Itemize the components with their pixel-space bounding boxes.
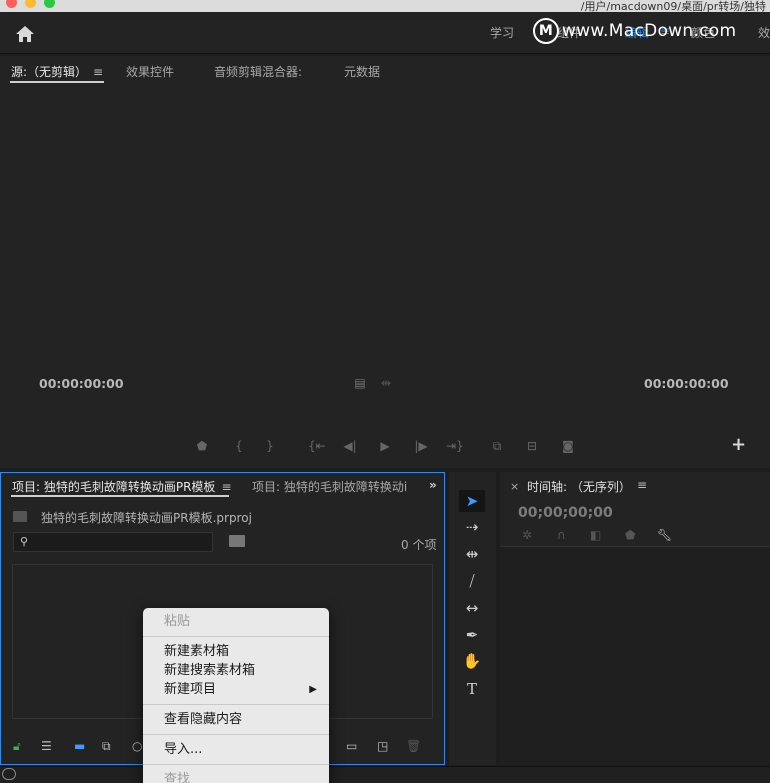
drop-down-icon[interactable]: ▤ (352, 376, 368, 390)
menu-item-new-search-bin[interactable]: 新建搜索素材箱 (143, 661, 329, 680)
item-count: 0 个项 (401, 538, 437, 552)
tab-project-active[interactable]: 项目: 独特的毛刺故障转换动画PR模板 ≡ (12, 478, 232, 495)
search-field[interactable]: ⚲ (13, 532, 213, 552)
track-select-tool-icon[interactable]: ⇢ (459, 516, 485, 538)
macdown-logo-icon: M (533, 18, 559, 44)
play-icon[interactable]: ▶ (377, 439, 393, 453)
overwrite-icon[interactable]: ⊟ (524, 439, 540, 453)
selection-tool-icon[interactable]: ➤ (459, 490, 485, 512)
freeform-view-icon[interactable]: ⧉ (102, 739, 111, 754)
menu-item-new-item[interactable]: 新建项目 ▶ (143, 680, 329, 699)
tab-effect-controls[interactable]: 效果控件 (126, 63, 174, 80)
icon-view-icon[interactable]: ▬ (74, 739, 85, 753)
status-bar (0, 766, 770, 783)
zoom-window-button[interactable] (44, 0, 55, 8)
linked-selection-icon[interactable]: ◧ (590, 528, 601, 542)
project-file-name: 独特的毛刺故障转换动画PR模板.prproj (41, 511, 252, 525)
nest-icon[interactable]: ✲ (522, 528, 532, 542)
export-frame-icon[interactable]: ◙ (560, 439, 576, 453)
home-icon[interactable] (14, 24, 36, 44)
slip-tool-icon[interactable]: ↔ (459, 597, 485, 619)
menu-separator (143, 764, 329, 765)
menu-item-new-bin[interactable]: 新建素材箱 (143, 642, 329, 661)
timeline-track-area[interactable] (500, 546, 770, 765)
step-back-icon[interactable]: ◀| (342, 439, 358, 453)
zoom-slider-icon[interactable]: ○ (132, 739, 142, 753)
new-bin-icon[interactable]: ▭ (346, 739, 357, 753)
trash-icon[interactable]: 🗑︎ (406, 739, 421, 753)
add-marker-icon[interactable]: ⬟ (194, 439, 210, 453)
tab-audio-clip-mixer[interactable]: 音频剪辑混合器: (214, 63, 302, 80)
menu-item-find: 查找 (164, 772, 191, 783)
watermark-text: www.MacDown.com (562, 21, 737, 41)
search-icon: ⚲ (20, 535, 29, 548)
mark-in-icon[interactable]: { (231, 439, 247, 453)
active-tab-indicator (10, 81, 104, 83)
mark-out-icon[interactable]: } (262, 439, 278, 453)
new-item-icon[interactable]: ◳ (377, 739, 388, 753)
workspace-header: 学习 组件 编辑 ≡ 颜色 效 M www.MacDown.com (0, 12, 770, 54)
timeline-title[interactable]: 时间轴: （无序列） (527, 478, 631, 495)
watermark: M www.MacDown.com (533, 18, 736, 44)
timeline-panel: × 时间轴: （无序列） ≡ 00;00;00;00 ✲ ∩ ◧ ⬟ 🔧︎ (500, 472, 770, 765)
workspace-tab-learn[interactable]: 学习 (490, 24, 514, 41)
go-to-in-icon[interactable]: {⇤ (308, 439, 326, 453)
panel-overflow-icon[interactable]: » (429, 478, 437, 492)
hand-tool-icon[interactable]: ✋ (459, 650, 485, 672)
close-panel-icon[interactable]: × (510, 480, 519, 493)
tab-metadata[interactable]: 元数据 (344, 63, 380, 80)
creative-cloud-icon[interactable] (2, 768, 16, 780)
close-window-button[interactable] (6, 0, 17, 8)
submenu-arrow-icon: ▶ (309, 684, 317, 695)
minimize-window-button[interactable] (25, 0, 36, 8)
razor-tool-icon[interactable]: ⧸ (459, 570, 485, 592)
tools-panel: ➤ ⇢ ⇹ ⧸ ↔ ✒ ✋ T (449, 472, 496, 765)
step-forward-icon[interactable]: |▶ (413, 439, 429, 453)
menu-item-view-hidden[interactable]: 查看隐藏内容 (143, 710, 329, 729)
tab-project-inactive[interactable]: 项目: 独特的毛刺故障转换动i (252, 478, 407, 495)
panel-menu-icon[interactable]: ≡ (221, 480, 231, 494)
wrench-icon[interactable]: 🔧︎ (657, 528, 672, 542)
ripple-edit-tool-icon[interactable]: ⇹ (459, 543, 485, 565)
duration-timecode: 00:00:00:00 (644, 376, 729, 391)
menu-item-import[interactable]: 导入... (143, 740, 329, 759)
source-monitor-panel: 源:（无剪辑） ≡ 效果控件 音频剪辑混合器: 元数据 00:00:00:00 0… (0, 56, 770, 468)
panel-menu-icon[interactable]: ≡ (93, 65, 103, 79)
go-to-out-icon[interactable]: ⇥} (446, 439, 464, 453)
menu-item-paste: 粘贴 (164, 614, 191, 629)
list-view-icon[interactable]: ☰ (41, 739, 52, 753)
snap-icon[interactable]: ∩ (557, 528, 566, 542)
workspace-tab-effects[interactable]: 效 (758, 24, 770, 41)
window-titlebar: /用户/macdown09/桌面/pr转场/独特 (0, 0, 770, 13)
playhead-timecode[interactable]: 00:00:00:00 (39, 376, 124, 391)
pen-tool-icon[interactable]: ✒ (459, 624, 485, 646)
split-icon[interactable]: ⇹ (378, 376, 394, 390)
menu-separator (143, 704, 329, 705)
insert-icon[interactable]: ⧉ (489, 439, 505, 454)
lock-icon[interactable]: 🔓︎ (13, 739, 21, 754)
project-folder-icon (13, 511, 27, 522)
button-editor-add-button[interactable]: + (731, 434, 746, 455)
timeline-timecode[interactable]: 00;00;00;00 (518, 505, 613, 521)
new-search-bin-icon[interactable] (229, 535, 245, 547)
type-tool-icon[interactable]: T (459, 678, 485, 700)
tab-source[interactable]: 源:（无剪辑） ≡ (11, 63, 103, 80)
add-marker-icon[interactable]: ⬟ (625, 528, 635, 542)
menu-separator (143, 636, 329, 637)
menu-separator (143, 734, 329, 735)
active-tab-indicator (11, 495, 229, 497)
context-menu: 粘贴 新建素材箱 新建搜索素材箱 新建项目 ▶ 查看隐藏内容 导入... 查找 (143, 608, 329, 783)
panel-menu-icon[interactable]: ≡ (637, 478, 647, 492)
